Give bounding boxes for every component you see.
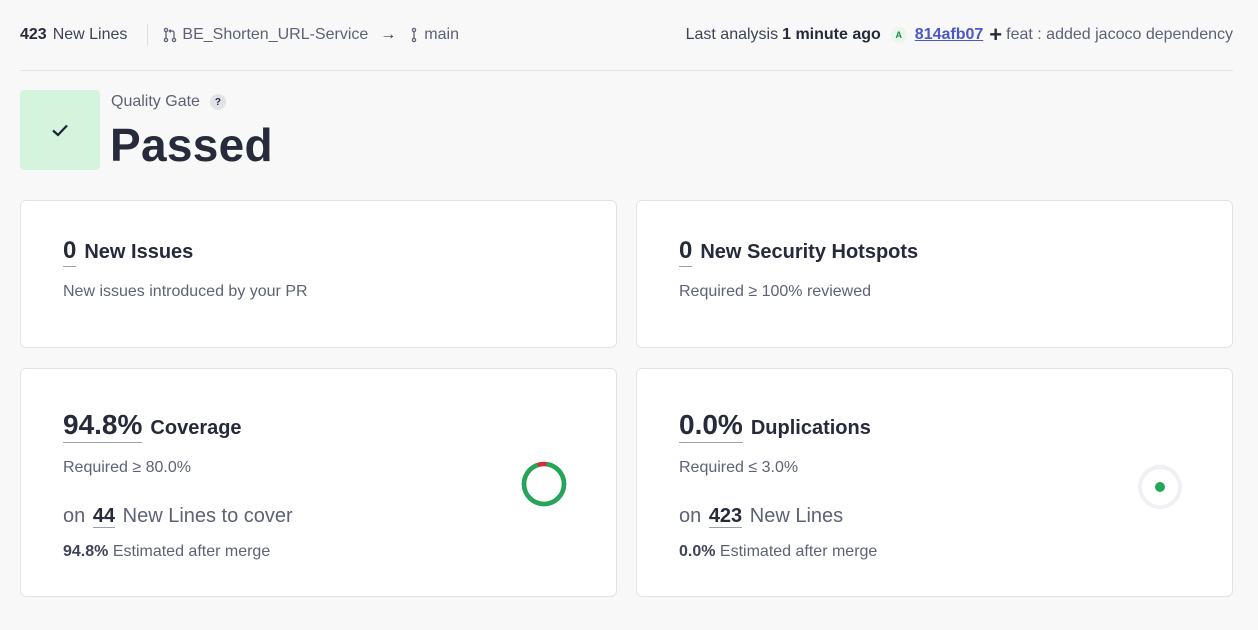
source-branch[interactable]: BE_Shorten_URL-Service (162, 26, 368, 44)
security-hotspots-subtitle: Required ≥ 100% reviewed (679, 283, 871, 300)
duplications-lines-prefix: on (679, 505, 702, 527)
new-issues-count[interactable]: 0 (63, 237, 77, 267)
duplications-value[interactable]: 0.0% (679, 409, 743, 443)
coverage-lines: on 44 New Lines to cover (63, 505, 293, 528)
quality-gate-label: Quality Gate (111, 93, 200, 110)
coverage-lines-count[interactable]: 44 (92, 505, 116, 528)
coverage-estimate: 94.8% Estimated after merge (63, 543, 270, 561)
source-branch-label: BE_Shorten_URL-Service (182, 26, 369, 43)
new-lines-count: 423 (20, 26, 47, 43)
duplications-indicator-icon (1138, 465, 1182, 509)
quality-gate-label-row: Quality Gate ? (111, 93, 226, 111)
arrow-right-icon: → (380, 26, 397, 43)
pull-request-icon (164, 27, 177, 43)
security-hotspots-title: New Security Hotspots (700, 241, 919, 263)
duplications-requirement: Required ≤ 3.0% (679, 459, 799, 476)
duplications-title: Duplications (750, 417, 871, 439)
duplications-estimate-label: Estimated after merge (719, 543, 878, 560)
new-issues-card: 0 New Issues New issues introduced by yo… (20, 200, 617, 348)
duplications-card: 0.0% Duplications Required ≤ 3.0% on 423… (636, 368, 1233, 597)
branch-icon (412, 27, 417, 43)
last-analysis-label: Last analysis (685, 26, 779, 43)
coverage-title: Coverage (150, 417, 242, 439)
new-issues-subtitle: New issues introduced by your PR (63, 283, 308, 300)
coverage-requirement: Required ≥ 80.0% (63, 459, 191, 476)
duplications-lines: on 423 New Lines (679, 505, 843, 528)
duplications-lines-count[interactable]: 423 (708, 505, 743, 528)
security-hotspots-card: 0 New Security Hotspots Required ≥ 100% … (636, 200, 1233, 348)
duplications-lines-suffix: New Lines (749, 505, 844, 527)
quality-gate-passed-badge (20, 90, 100, 170)
coverage-value[interactable]: 94.8% (63, 409, 143, 443)
divider (147, 24, 149, 46)
security-hotspots-count[interactable]: 0 (679, 237, 693, 267)
last-analysis: Last analysis 1 minute ago A 814afb07 + … (686, 24, 1233, 46)
duplications-estimate-value: 0.0% (679, 543, 716, 560)
coverage-estimate-value: 94.8% (63, 543, 109, 560)
commit-plus-icon: + (989, 22, 1003, 47)
target-branch[interactable]: main (408, 26, 459, 44)
last-analysis-time: 1 minute ago (782, 26, 881, 43)
check-icon (52, 124, 68, 137)
coverage-donut-chart (521, 461, 567, 507)
author-avatar: A (890, 27, 907, 43)
commit-message: feat : added jacoco dependency (1006, 26, 1233, 43)
coverage-lines-prefix: on (63, 505, 86, 527)
quality-gate-status: Passed (110, 119, 273, 171)
commit-hash-link[interactable]: 814afb07 (915, 26, 984, 44)
target-branch-label: main (424, 26, 459, 43)
new-lines-label: New Lines (52, 26, 128, 43)
help-icon[interactable]: ? (209, 94, 226, 110)
new-issues-title: New Issues (84, 241, 194, 263)
analysis-header: 423 New Lines BE_Shorten_URL-Service → m… (20, 0, 1233, 71)
coverage-card: 94.8% Coverage Required ≥ 80.0% on 44 Ne… (20, 368, 617, 597)
coverage-lines-suffix: New Lines to cover (122, 505, 293, 527)
duplications-estimate: 0.0% Estimated after merge (679, 543, 877, 561)
coverage-estimate-label: Estimated after merge (112, 543, 271, 560)
